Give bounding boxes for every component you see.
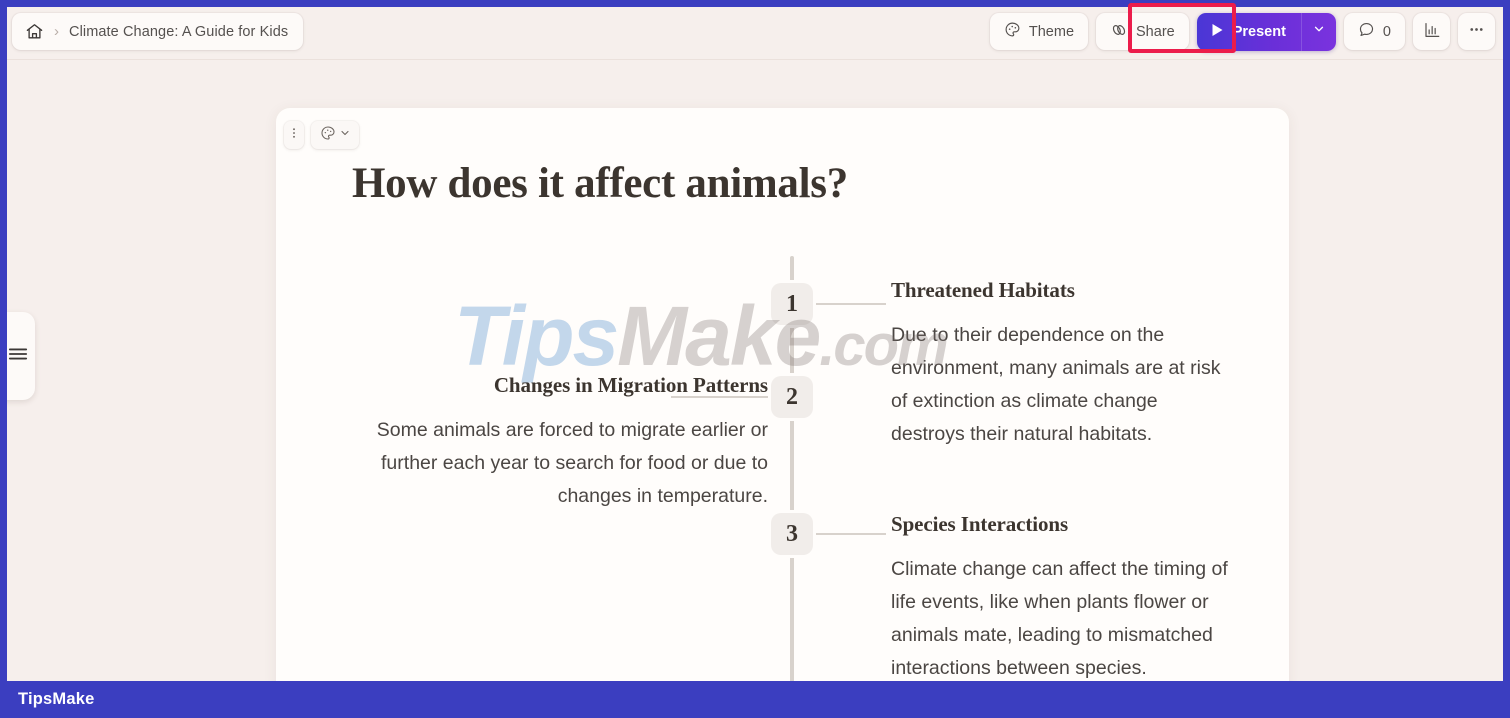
comment-count: 0	[1382, 23, 1391, 40]
screenshot-frame: › Climate Change: A Guide for Kids Theme	[0, 0, 1510, 718]
timeline-connector-3	[813, 533, 886, 535]
timeline-item-body[interactable]: Climate change can affect the timing of …	[891, 553, 1241, 685]
breadcrumb[interactable]: › Climate Change: A Guide for Kids	[12, 13, 304, 50]
top-toolbar: › Climate Change: A Guide for Kids Theme	[7, 7, 1503, 59]
timeline-item-1: Threatened Habitats Due to their depende…	[891, 278, 1231, 451]
timeline-item-heading[interactable]: Species Interactions	[891, 512, 1241, 537]
timeline-item-2: Changes in Migration Patterns Some anima…	[356, 373, 768, 513]
present-button-group[interactable]: Present	[1196, 12, 1336, 51]
timeline-item-body[interactable]: Due to their dependence on the environme…	[891, 319, 1231, 451]
comment-bubble-icon	[1358, 21, 1375, 42]
sidebar-toggle-button[interactable]	[7, 312, 35, 400]
palette-icon	[1004, 21, 1021, 42]
timeline-node-3: 3	[771, 513, 813, 555]
home-icon[interactable]	[25, 22, 44, 41]
app-window: › Climate Change: A Guide for Kids Theme	[7, 7, 1503, 687]
breadcrumb-separator: ›	[54, 23, 59, 40]
toolbar-actions: Theme Share Present 0	[989, 12, 1495, 51]
share-button-label: Share	[1136, 23, 1175, 40]
ellipsis-vertical-icon	[287, 126, 301, 145]
ellipsis-horizontal-icon	[1467, 20, 1486, 43]
present-button-label: Present	[1232, 23, 1286, 40]
timeline-node-2: 2	[771, 376, 813, 418]
slide-canvas[interactable]: How does it affect animals? 1 2 3 Threat…	[276, 108, 1289, 687]
comments-button[interactable]: 0	[1343, 13, 1405, 50]
breadcrumb-title[interactable]: Climate Change: A Guide for Kids	[69, 24, 288, 40]
palette-icon	[320, 125, 336, 146]
present-dropdown-button[interactable]	[1300, 12, 1336, 51]
chevron-down-icon	[339, 126, 351, 144]
more-options-button[interactable]	[1458, 13, 1495, 50]
timeline-item-heading[interactable]: Changes in Migration Patterns	[356, 373, 768, 398]
slide-title[interactable]: How does it affect animals?	[352, 159, 848, 208]
chevron-down-icon	[1312, 22, 1326, 41]
timeline-item-heading[interactable]: Threatened Habitats	[891, 278, 1231, 303]
timeline-item-body[interactable]: Some animals are forced to migrate earli…	[356, 414, 768, 513]
analytics-button[interactable]	[1413, 13, 1450, 50]
theme-button[interactable]: Theme	[989, 13, 1089, 50]
present-button[interactable]: Present	[1197, 13, 1301, 51]
theme-button-label: Theme	[1028, 23, 1075, 40]
hamburger-menu-icon	[8, 346, 28, 367]
share-button[interactable]: Share	[1096, 13, 1189, 50]
slide-options-button[interactable]	[284, 121, 304, 149]
timeline-node-1: 1	[771, 283, 813, 325]
timeline-item-3: Species Interactions Climate change can …	[891, 512, 1241, 685]
link-chain-icon	[1110, 21, 1128, 43]
footer-banner: TipsMake	[0, 681, 1510, 718]
timeline-connector-1	[813, 303, 886, 305]
bar-chart-icon	[1423, 21, 1441, 43]
footer-logo: TipsMake	[18, 690, 95, 708]
timeline-connector-2	[671, 396, 776, 398]
slide-controls	[284, 121, 359, 149]
play-icon	[1211, 23, 1224, 41]
slide-theme-button[interactable]	[311, 121, 359, 149]
toolbar-divider	[7, 59, 1503, 60]
